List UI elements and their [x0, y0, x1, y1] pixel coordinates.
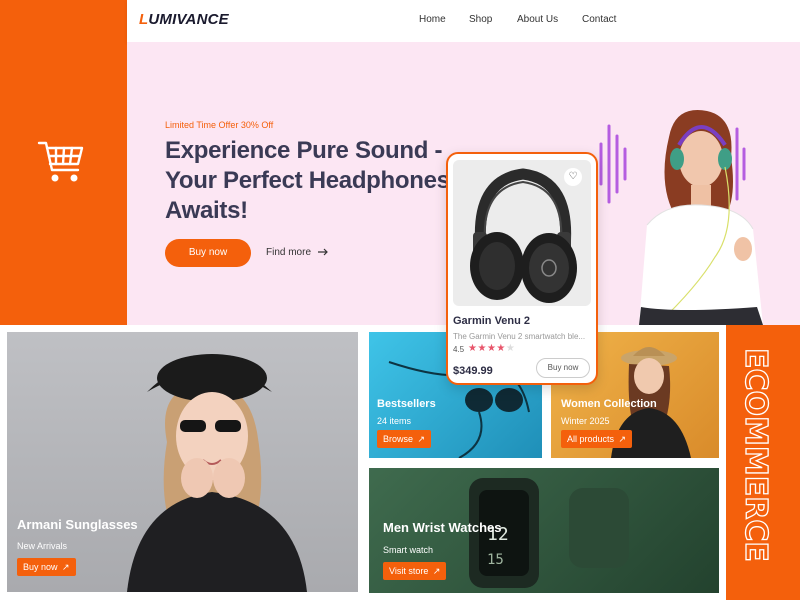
product-price: $349.99: [453, 365, 493, 377]
bestsellers-browse-button[interactable]: Browse ↗: [377, 430, 432, 448]
armani-buy-button[interactable]: Buy now ↗: [17, 558, 76, 576]
model-with-headphones-image: [639, 110, 763, 325]
external-link-icon: ↗: [432, 566, 441, 576]
star-icon: ★: [486, 343, 497, 354]
nav-home[interactable]: Home: [419, 14, 446, 25]
arrow-right-icon: [317, 248, 328, 256]
star-empty-icon: ★: [505, 343, 516, 354]
star-icon: ★: [496, 343, 506, 354]
nav-shop[interactable]: Shop: [469, 14, 492, 25]
model-sunglasses-image: [127, 354, 307, 592]
left-accent-panel: [0, 0, 127, 325]
card-buy-button[interactable]: Buy now: [536, 358, 590, 378]
external-link-icon: ↗: [62, 562, 70, 572]
product-description: The Garmin Venu 2 smartwatch ble...: [453, 332, 586, 341]
svg-text:ECOMMERCE: ECOMMERCE: [738, 348, 773, 562]
wishlist-heart-icon[interactable]: ♡: [564, 168, 582, 186]
product-rating-value: 4.5: [453, 345, 465, 354]
tile-watches-title: Men Wrist Watches: [383, 520, 502, 535]
nav-about-us[interactable]: About Us: [517, 14, 558, 25]
offer-text: Limited Time Offer 30% Off: [165, 120, 274, 130]
tile-men-wrist-watches[interactable]: 12 15 Men Wrist Watches Smart watch Visi…: [369, 468, 719, 593]
shopping-cart-icon: [37, 141, 84, 182]
tile-bestsellers-title: Bestsellers: [377, 398, 436, 410]
tile-bestsellers-subtitle: 24 items: [377, 416, 412, 426]
external-link-icon: ↗: [417, 434, 426, 444]
tile-women-subtitle: Winter 2025: [561, 416, 610, 426]
find-more-link[interactable]: Find more: [266, 247, 328, 258]
external-link-icon: ↗: [618, 434, 627, 444]
tile-watches-subtitle: Smart watch: [383, 545, 434, 555]
svg-text:15: 15: [487, 552, 504, 568]
tile-women-title: Women Collection: [561, 398, 657, 410]
hero-buy-button[interactable]: Buy now: [165, 239, 251, 267]
women-all-products-button[interactable]: All products ↗: [561, 430, 633, 448]
hero-headline: Experience Pure Sound - Your Perfect Hea…: [165, 137, 450, 224]
tile-armani-subtitle: New Arrivals: [17, 541, 68, 551]
product-card[interactable]: ♡ Garmin Venu 2 The Garmin Venu 2 smartw…: [446, 152, 598, 385]
brand-logo[interactable]: LUMIVANCE: [139, 11, 229, 28]
product-name: Garmin Venu 2: [453, 315, 531, 327]
tile-armani-sunglasses[interactable]: Armani Sunglasses New Arrivals Buy now ↗: [7, 332, 358, 592]
star-icon: ★: [477, 343, 487, 354]
watches-visit-store-button[interactable]: Visit store ↗: [383, 562, 447, 580]
site-header: LUMIVANCE Home Shop About Us Contact: [127, 0, 800, 42]
tile-armani-title: Armani Sunglasses: [17, 517, 138, 532]
ecommerce-vertical-text: ECOMMERCE: [737, 348, 773, 562]
star-rating: ★★★★★: [468, 343, 515, 354]
nav-contact[interactable]: Contact: [582, 14, 616, 25]
